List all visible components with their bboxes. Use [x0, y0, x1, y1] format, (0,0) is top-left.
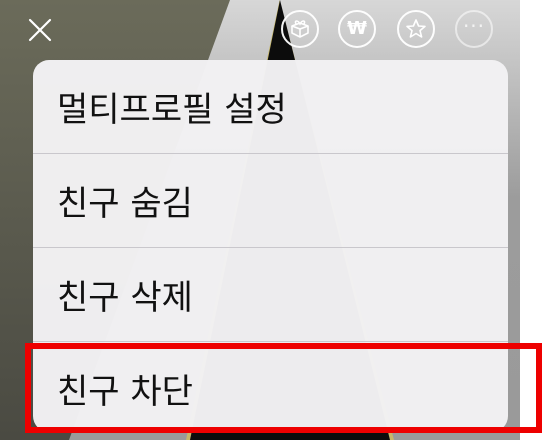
- more-icon: ···: [462, 14, 486, 38]
- gift-button[interactable]: [281, 10, 319, 48]
- menu-item-hide-friend[interactable]: 친구 숨김: [33, 154, 508, 247]
- top-bar: ₩ ···: [0, 0, 520, 60]
- menu-item-multiprofile-settings[interactable]: 멀티프로필 설정: [33, 60, 508, 153]
- star-icon: [406, 19, 426, 38]
- favorite-button[interactable]: [397, 10, 435, 48]
- menu-item-label: 친구 숨김: [57, 184, 193, 224]
- gift-icon: [291, 20, 309, 38]
- menu-item-label: 친구 차단: [57, 372, 193, 412]
- menu-item-block-friend[interactable]: 친구 차단: [33, 342, 508, 432]
- action-menu: 멀티프로필 설정 친구 숨김 친구 삭제 친구 차단: [33, 60, 508, 432]
- right-margin: [520, 0, 548, 440]
- close-icon: [28, 18, 52, 42]
- close-button[interactable]: [25, 15, 55, 45]
- menu-item-label: 멀티프로필 설정: [57, 90, 287, 130]
- menu-item-delete-friend[interactable]: 친구 삭제: [33, 248, 508, 341]
- gift-money-button[interactable]: ₩: [338, 10, 376, 48]
- more-button[interactable]: ···: [455, 10, 493, 48]
- menu-item-label: 친구 삭제: [57, 278, 193, 318]
- won-icon: ₩: [347, 18, 367, 39]
